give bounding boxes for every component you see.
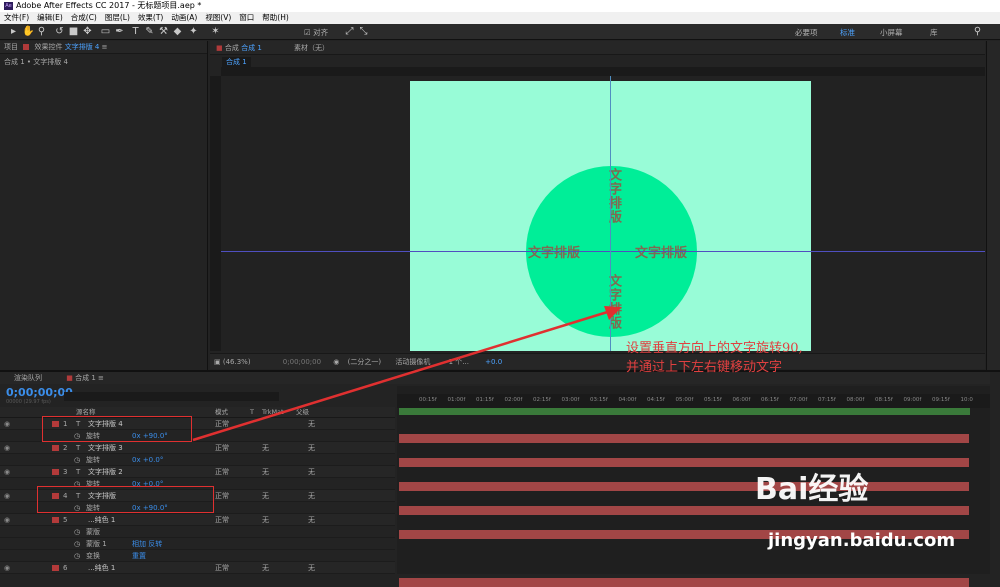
- baidu-watermark-logo: Bai经验: [755, 472, 869, 507]
- annotation-text: 设置垂直方向上的文字旋转90, 并通过上下左右键移动文字: [626, 339, 803, 377]
- annotation-line-1: 设置垂直方向上的文字旋转90,: [626, 341, 803, 356]
- annotation-line-2: 并通过上下左右键移动文字: [626, 360, 783, 375]
- baidu-watermark-url: jingyan.baidu.com: [768, 530, 956, 551]
- layer-duration-bar[interactable]: [399, 578, 969, 587]
